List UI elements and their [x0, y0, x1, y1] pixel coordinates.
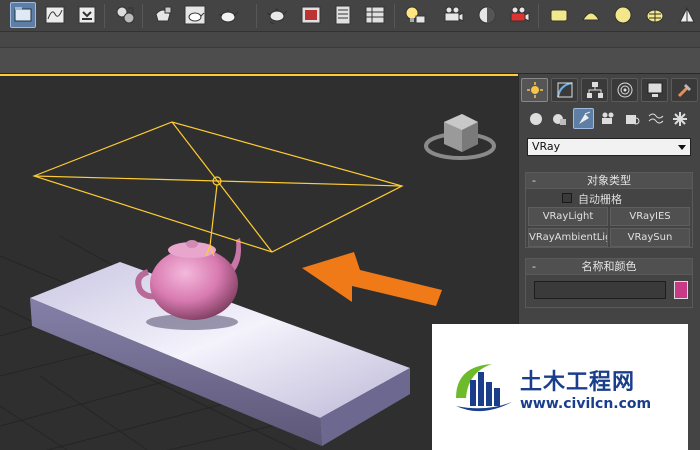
sphere-icon[interactable] [610, 2, 636, 28]
teapot-render-icon[interactable] [182, 2, 208, 28]
curve-editor-icon[interactable] [42, 2, 68, 28]
light-lister-icon[interactable] [402, 2, 428, 28]
collapse-toggle[interactable]: - [532, 173, 536, 188]
secondary-toolbar [0, 32, 700, 48]
toolbar-separator [538, 4, 539, 28]
object-type-header[interactable]: - 对象类型 [526, 173, 692, 189]
plane-icon[interactable] [546, 2, 572, 28]
auto-grid-checkbox[interactable] [562, 193, 572, 203]
camera-icon[interactable] [440, 2, 466, 28]
create-tab[interactable] [521, 78, 548, 102]
vraylight-button[interactable]: VRayLight [528, 207, 608, 226]
chevron-down-icon [678, 145, 686, 150]
render-setup-icon[interactable] [74, 2, 100, 28]
vray-frame-buffer-icon[interactable] [506, 2, 532, 28]
ribbon-bar [0, 48, 700, 74]
space-warps-icon[interactable] [645, 108, 666, 129]
render-frame-window-icon[interactable] [298, 2, 324, 28]
material-editor-icon[interactable] [112, 2, 138, 28]
collapse-toggle[interactable]: - [532, 259, 536, 274]
main-toolbar [0, 0, 700, 32]
display-tab[interactable] [641, 78, 668, 102]
render-frame-icon[interactable] [150, 2, 176, 28]
dome-icon[interactable] [578, 2, 604, 28]
utilities-tab[interactable] [671, 78, 698, 102]
toolbar-separator [104, 4, 105, 28]
pointer-arrow [302, 252, 442, 306]
auto-grid-label: 自动栅格 [578, 193, 622, 206]
vraysun-button[interactable]: VRaySun [610, 228, 690, 247]
toolbar-separator [142, 4, 143, 28]
watermark-brand: 土木工程网 [520, 370, 636, 395]
object-color-swatch[interactable] [674, 281, 688, 299]
helpers-icon[interactable] [621, 108, 642, 129]
hierarchy-tab[interactable] [581, 78, 608, 102]
vrayambientlight-button[interactable]: VRayAmbientLigh [528, 228, 608, 247]
app-window: VRay - 对象类型 自动栅格 VRayLight VRayIES VRayA… [0, 0, 700, 450]
watermark-overlay: 土木工程网 www.civilcn.com [432, 324, 688, 450]
dark-light-icon[interactable] [674, 2, 700, 28]
auto-grid-row: 自动栅格 [526, 189, 692, 207]
exposure-icon[interactable] [474, 2, 500, 28]
modify-tab[interactable] [551, 78, 578, 102]
watermark-url: www.civilcn.com [520, 396, 652, 412]
open-file-icon[interactable] [10, 2, 36, 28]
vrayies-button[interactable]: VRayIES [610, 207, 690, 226]
scene-explorer-icon[interactable] [330, 2, 356, 28]
teapot-icon[interactable] [264, 2, 290, 28]
object-name-input[interactable] [534, 281, 666, 299]
motion-tab[interactable] [611, 78, 638, 102]
renderer-dropdown[interactable]: VRay [527, 138, 691, 156]
cameras-icon[interactable] [597, 108, 618, 129]
active-shade-icon[interactable] [216, 2, 242, 28]
toolbar-separator [394, 4, 395, 28]
object-type-rollout: - 对象类型 自动栅格 VRayLight VRayIES VRayAmbien… [525, 172, 693, 248]
name-color-title: 名称和颜色 [581, 260, 637, 273]
systems-icon[interactable] [669, 108, 690, 129]
mesh-light-icon[interactable] [642, 2, 668, 28]
geometry-icon[interactable] [525, 108, 546, 129]
toolbar-separator [256, 4, 257, 28]
lights-icon[interactable] [573, 108, 594, 129]
vray-light-gizmo[interactable] [32, 121, 404, 257]
viewcube-icon[interactable] [424, 114, 496, 160]
name-color-header[interactable]: - 名称和颜色 [526, 259, 692, 275]
shapes-icon[interactable] [549, 108, 570, 129]
create-category-icons [525, 108, 697, 130]
object-type-title: 对象类型 [587, 174, 631, 187]
command-panel-tabs [521, 78, 699, 102]
renderer-dropdown-value: VRay [532, 140, 561, 153]
civilcn-logo-icon [456, 364, 512, 412]
name-color-rollout: - 名称和颜色 [525, 258, 693, 308]
layer-manager-icon[interactable] [362, 2, 388, 28]
